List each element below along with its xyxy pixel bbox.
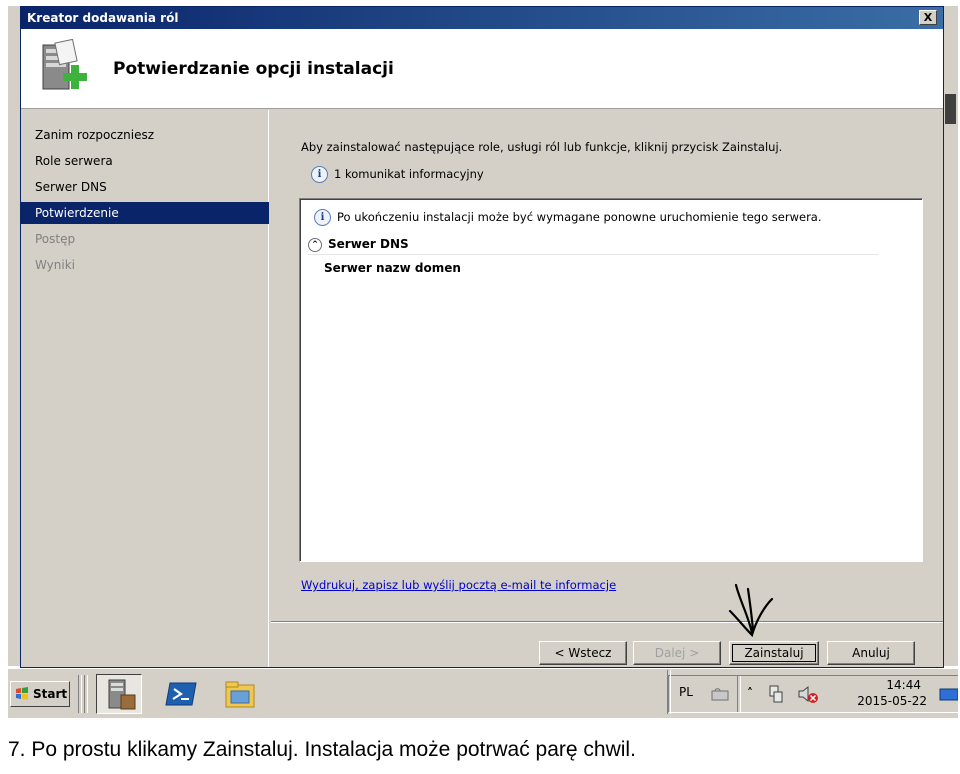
- section-title: Serwer DNS: [328, 237, 409, 251]
- caption-text: 7. Po prostu klikamy Zainstaluj. Instala…: [8, 738, 636, 761]
- restart-note-text: Po ukończeniu instalacji może być wymaga…: [337, 210, 822, 224]
- server-add-icon: [42, 39, 87, 90]
- cancel-button[interactable]: Anuluj: [827, 641, 915, 665]
- back-button[interactable]: < Wstecz: [539, 641, 627, 665]
- add-roles-wizard-window: Kreator dodawania ról X Potwierdzanie op…: [20, 6, 944, 668]
- wizard-header: Potwierdzanie opcji instalacji: [21, 29, 943, 109]
- network-icon[interactable]: [767, 684, 785, 704]
- info-count-label: 1 komunikat informacyjny: [334, 167, 484, 181]
- notification-area: PL ˄ 14:44 2015-05-22: [667, 670, 958, 714]
- next-button: Dalej >: [633, 641, 721, 665]
- start-button[interactable]: Start: [10, 681, 70, 707]
- info-icon: i: [311, 166, 328, 183]
- windows-logo-icon: [16, 687, 28, 700]
- tray-separator: [667, 670, 671, 714]
- install-button[interactable]: Zainstaluj: [729, 641, 819, 665]
- volume-muted-icon[interactable]: [797, 684, 819, 704]
- explorer-icon[interactable]: [222, 677, 258, 711]
- section-header-dns-server[interactable]: ⌃ Serwer DNS: [308, 235, 878, 255]
- page-title: Potwierdzanie opcji instalacji: [113, 59, 394, 79]
- wizard-content: Aby zainstalować następujące role, usług…: [271, 110, 943, 620]
- nav-item-results: Wyniki: [35, 258, 75, 272]
- powershell-icon[interactable]: [164, 677, 200, 711]
- info-icon: i: [314, 209, 331, 226]
- taskbar-separator: [78, 675, 82, 713]
- nav-item-before-you-begin[interactable]: Zanim rozpoczniesz: [21, 124, 269, 146]
- hand-drawn-arrow-icon: [728, 583, 774, 638]
- nav-item-confirmation[interactable]: Potwierdzenie: [21, 202, 269, 224]
- info-message-count: i 1 komunikat informacyjny: [311, 166, 484, 183]
- language-indicator[interactable]: PL: [679, 685, 693, 699]
- close-button[interactable]: X: [919, 10, 937, 25]
- show-desktop-icon[interactable]: [939, 688, 958, 702]
- clock-date[interactable]: 2015-05-22: [855, 694, 927, 708]
- show-hidden-icons-icon[interactable]: ˄: [747, 686, 753, 700]
- screenshot: Kreator dodawania ról X Potwierdzanie op…: [8, 6, 958, 718]
- window-title: Kreator dodawania ról: [27, 11, 179, 25]
- section-item: Serwer nazw domen: [324, 261, 461, 275]
- confirmation-details-panel: i Po ukończeniu instalacji może być wymag…: [299, 198, 923, 562]
- restart-note: i Po ukończeniu instalacji może być wymag…: [314, 209, 822, 226]
- scrollbar-thumb[interactable]: [945, 94, 956, 124]
- taskbar: Start PL ˄ 14:44 2015-05-22: [8, 668, 958, 718]
- nav-item-server-roles[interactable]: Role serwera: [21, 150, 269, 172]
- start-label: Start: [33, 687, 68, 701]
- intro-text: Aby zainstalować następujące role, usług…: [301, 140, 783, 154]
- taskbar-separator: [84, 675, 88, 713]
- footer-divider: [271, 621, 943, 623]
- chevron-up-icon[interactable]: ⌃: [308, 237, 322, 252]
- window-titlebar[interactable]: Kreator dodawania ról: [21, 7, 943, 29]
- tray-separator: [737, 676, 741, 712]
- server-manager-icon[interactable]: [96, 674, 142, 714]
- clock-time[interactable]: 14:44: [861, 678, 921, 692]
- close-icon: X: [923, 11, 933, 24]
- keyboard-icon[interactable]: [711, 686, 729, 702]
- nav-item-progress: Postęp: [35, 232, 76, 246]
- nav-item-dns-server[interactable]: Serwer DNS: [21, 176, 269, 198]
- wizard-nav: Zanim rozpoczniesz Role serwera Serwer D…: [21, 110, 269, 667]
- print-save-email-link[interactable]: Wydrukuj, zapisz lub wyślij pocztą e-mai…: [301, 578, 616, 592]
